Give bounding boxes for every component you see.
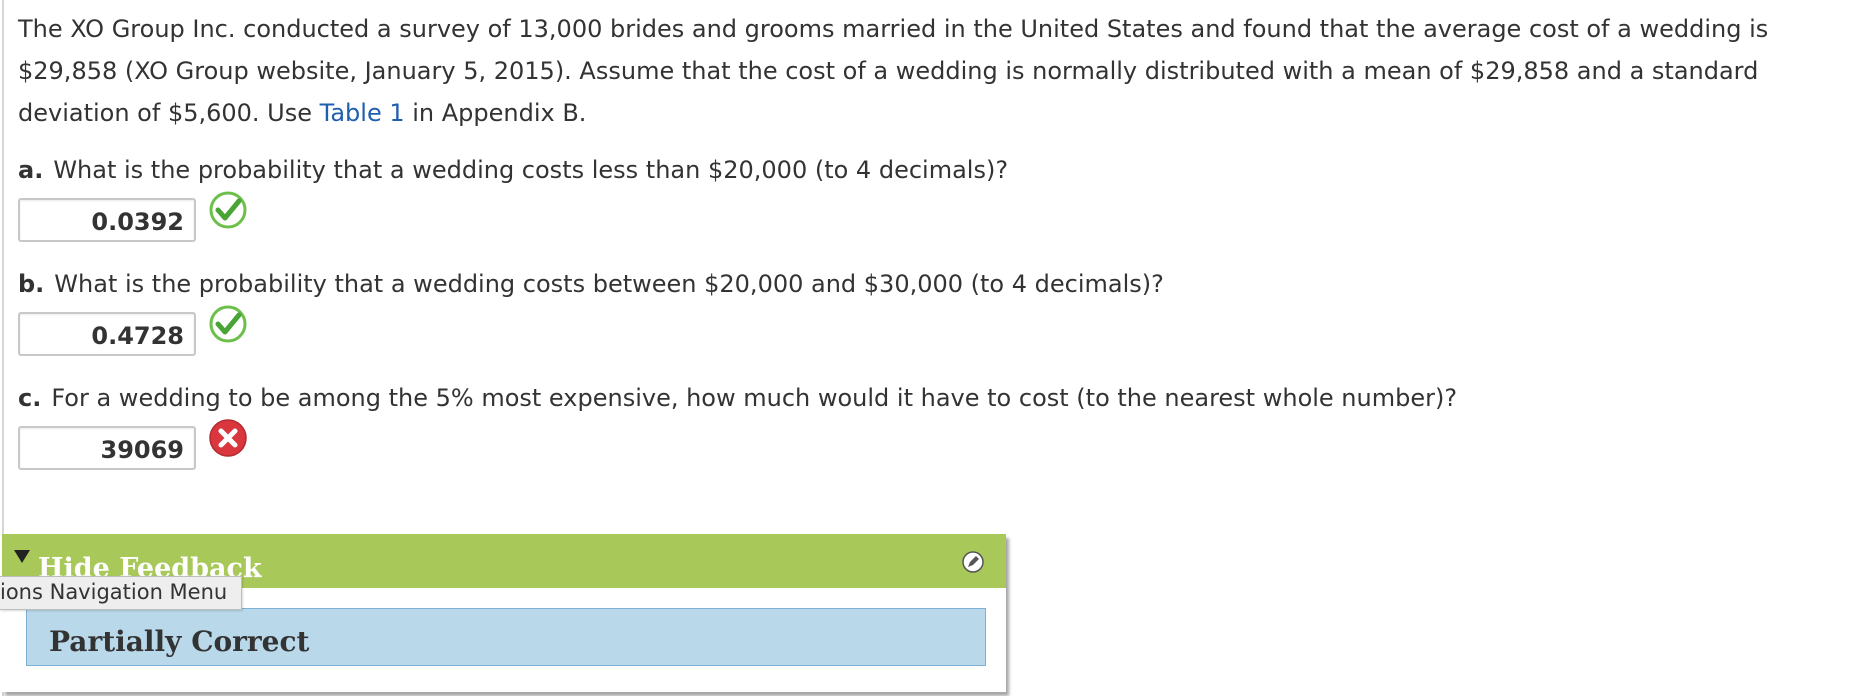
check-circle-icon xyxy=(209,191,247,229)
part-letter: a. xyxy=(18,156,44,184)
feedback-panel: Hide Feedback Partially Correct xyxy=(2,534,1006,692)
navigation-menu-tooltip: ions Navigation Menu xyxy=(0,576,243,610)
feedback-result: Partially Correct xyxy=(26,608,986,666)
check-circle-icon xyxy=(209,305,247,343)
part-letter: b. xyxy=(18,270,45,298)
edit-icon[interactable] xyxy=(962,551,984,573)
part-question-text: What is the probability that a wedding c… xyxy=(53,156,1009,184)
problem-statement: The XO Group Inc. conducted a survey of … xyxy=(18,8,1838,134)
part-c-answer-field[interactable]: 39069 xyxy=(18,426,196,470)
part-a-question: a. What is the probability that a wedding… xyxy=(18,156,1008,184)
part-question-text: What is the probability that a wedding c… xyxy=(54,270,1164,298)
part-a-answer-field[interactable]: 0.0392 xyxy=(18,198,196,242)
table-1-link[interactable]: Table 1 xyxy=(320,99,405,127)
collapse-triangle-icon[interactable] xyxy=(14,550,30,563)
part-b-question: b. What is the probability that a wedding… xyxy=(18,270,1164,298)
problem-text: The XO Group Inc. conducted a survey of … xyxy=(18,15,1769,127)
problem-text-end: in Appendix B. xyxy=(404,99,587,127)
x-circle-icon xyxy=(209,419,247,457)
part-question-text: For a wedding to be among the 5% most ex… xyxy=(51,384,1458,412)
part-c-question: c. For a wedding to be among the 5% most … xyxy=(18,384,1457,412)
part-b-answer-field[interactable]: 0.4728 xyxy=(18,312,196,356)
part-letter: c. xyxy=(18,384,42,412)
